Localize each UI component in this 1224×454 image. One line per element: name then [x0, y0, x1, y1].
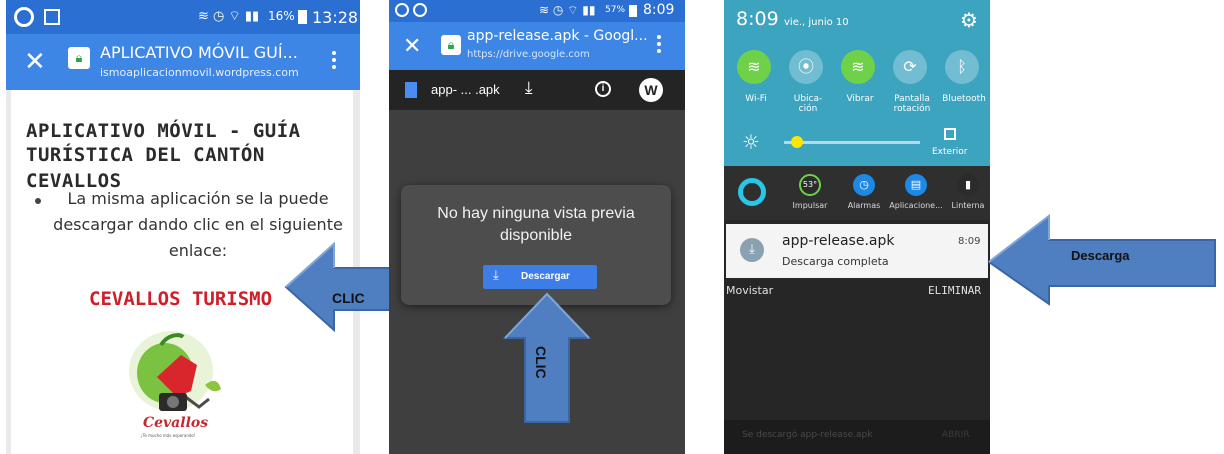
download-notification[interactable]: ⤓ app-release.apk Descarga completa 8:09	[726, 224, 988, 278]
download-toast: Se descargó app-release.apk ABRIR	[724, 420, 990, 454]
status-time: 8:09	[643, 2, 675, 18]
toggle-label: Ubica- ción	[793, 94, 823, 114]
battery-level: 16%	[268, 9, 295, 23]
panel-browser-blog: ≋ ◷ ⌔ ▮▮ 16% 13:28 ✕ 🔒︎ APLICATIVO MÓVIL…	[6, 0, 360, 454]
battery-icon	[629, 5, 637, 17]
page-title: APLICATIVO MÓVIL GUÍ...	[100, 43, 298, 62]
app-label: Aplicacione...	[889, 201, 943, 210]
gallery-icon	[44, 9, 60, 25]
preview-message-line2: disponible	[499, 227, 573, 244]
download-icon[interactable]: ⤓	[525, 78, 533, 98]
toggle-label: Wi-Fi	[745, 94, 767, 104]
toast-open-button[interactable]: ABRIR	[942, 430, 970, 440]
status-bar: ≋ ◷ ⌔ ▮▮ 16% 13:28	[6, 0, 360, 34]
browser-toolbar: ✕ 🔒︎ app-release.apk - Googl... https://…	[389, 22, 685, 70]
more-menu-icon[interactable]	[332, 48, 336, 72]
vibrate-icon: ≋	[841, 50, 875, 84]
file-toolbar: app- ... .apk ⤓ i W	[389, 70, 685, 110]
clock-date: vie., junio 10	[784, 17, 849, 28]
boost-icon[interactable]: 53°	[799, 174, 821, 196]
arrow-label-clic: CLIC	[332, 290, 365, 306]
battery-icon	[298, 10, 307, 24]
app-label: Alarmas	[847, 201, 881, 210]
account-avatar[interactable]: W	[639, 78, 663, 102]
logo-tagline: ¡Te mucho más esperando!	[141, 433, 196, 438]
bullet-text-line1: La misma aplicación se la puede	[67, 189, 329, 208]
exterior-checkbox[interactable]	[944, 128, 956, 140]
cevallos-logo: Cevallos ¡Te mucho más esperando!	[121, 325, 231, 449]
lock-icon: 🔒︎	[68, 47, 90, 69]
download-complete-icon: ⤓	[740, 238, 764, 262]
flashlight-icon[interactable]: ▮	[957, 174, 979, 196]
app-label: Impulsar	[792, 201, 828, 210]
exterior-label: Exterior	[932, 147, 968, 157]
app-s-logo[interactable]	[738, 178, 766, 206]
panel-notification-shade: 8:09 vie., junio 10 ⚙ ≋ Wi-Fi ⦿ Ubica- ción…	[724, 0, 990, 454]
status-icons: ≋ ◷ ⌔ ▮▮	[539, 3, 596, 17]
location-icon: ⦿	[789, 50, 823, 84]
brightness-sun-icon: ☼	[742, 130, 760, 154]
notification-time: 8:09	[958, 236, 981, 247]
download-button-icon: ⤓	[493, 268, 499, 283]
battery-level: 57%	[605, 5, 626, 15]
clear-all-button[interactable]: ELIMINAR	[928, 284, 981, 297]
bullet-dot	[35, 198, 41, 204]
app-s-icon	[14, 7, 34, 27]
more-menu-icon[interactable]	[657, 32, 661, 56]
status-time: 13:28	[312, 8, 359, 27]
post-heading-line1: APLICATIVO MÓVIL - GUÍA	[26, 120, 301, 142]
rotation-icon: ⟳	[893, 50, 927, 84]
brightness-thumb[interactable]	[791, 136, 803, 148]
apps-icon[interactable]: ▤	[905, 174, 927, 196]
notification-title: app-release.apk	[782, 233, 895, 249]
page-title: app-release.apk - Googl...	[467, 28, 648, 44]
clock-time: 8:09	[736, 8, 779, 30]
file-icon	[405, 82, 417, 98]
brightness-track[interactable]	[784, 141, 920, 144]
callout-arrow-left-download: Descarga	[985, 212, 1219, 306]
info-icon[interactable]: i	[595, 81, 611, 97]
whatsapp-icon	[413, 3, 427, 17]
arrow-label-clic: CLIC	[533, 346, 549, 379]
lock-icon: 🔒︎	[441, 35, 461, 55]
app-s-icon	[395, 3, 409, 17]
download-button[interactable]: ⤓ Descargar	[483, 265, 597, 289]
page-url: ismoaplicacionmovil.wordpress.com	[100, 66, 299, 79]
toggle-wifi[interactable]: ≋ Wi-Fi	[734, 50, 778, 120]
quick-apps-bar: 53° Impulsar ◷ Alarmas ▤ Aplicacione... ▮ Linte…	[724, 166, 990, 220]
alarm-icon[interactable]: ◷	[853, 174, 875, 196]
cevallos-turismo-link[interactable]: CEVALLOS TURISMO	[89, 288, 272, 310]
notification-subtitle: Descarga completa	[782, 255, 889, 268]
wifi-icon: ≋	[737, 50, 771, 84]
bullet-text-line2: descargar dando clic en el siguiente	[53, 215, 343, 234]
app-label: Linterna	[951, 201, 985, 210]
bluetooth-icon: ᛒ	[945, 50, 979, 84]
status-icons: ≋ ◷ ⌔ ▮▮	[198, 9, 260, 24]
settings-gear-icon[interactable]: ⚙	[960, 8, 978, 32]
toggle-label: Vibrar	[846, 94, 874, 104]
toggle-location[interactable]: ⦿ Ubica- ción	[786, 50, 830, 120]
page-url: https://drive.google.com	[467, 49, 590, 60]
logo-text: Cevallos	[143, 415, 209, 431]
toggle-bluetooth[interactable]: ᛒ Bluetooth	[942, 50, 986, 120]
arrow-label-descarga: Descarga	[1071, 248, 1130, 263]
browser-toolbar: ✕ 🔒︎ APLICATIVO MÓVIL GUÍ... ismoaplicac…	[6, 34, 360, 90]
toggle-label: Pantalla rotación	[893, 94, 931, 114]
quick-settings: 8:09 vie., junio 10 ⚙ ≋ Wi-Fi ⦿ Ubica- ción…	[724, 0, 990, 166]
preview-message-line1: No hay ninguna vista previa	[437, 205, 635, 222]
status-bar: ≋ ◷ ⌔ ▮▮ 57% 8:09	[389, 0, 685, 22]
carrier-name: Movistar	[726, 284, 774, 297]
callout-arrow-up: CLIC	[502, 292, 592, 424]
toggle-label: Bluetooth	[942, 94, 986, 104]
file-name: app- ... .apk	[431, 82, 500, 97]
toast-text: Se descargó app-release.apk	[742, 430, 873, 440]
toggle-vibrate[interactable]: ≋ Vibrar	[838, 50, 882, 120]
close-icon[interactable]: ✕	[403, 34, 421, 60]
close-icon[interactable]: ✕	[24, 49, 46, 75]
download-button-label: Descargar	[521, 271, 570, 282]
toggle-rotation[interactable]: ⟳ Pantalla rotación	[890, 50, 934, 120]
preview-dialog: No hay ninguna vista previa disponible ⤓…	[401, 185, 671, 305]
